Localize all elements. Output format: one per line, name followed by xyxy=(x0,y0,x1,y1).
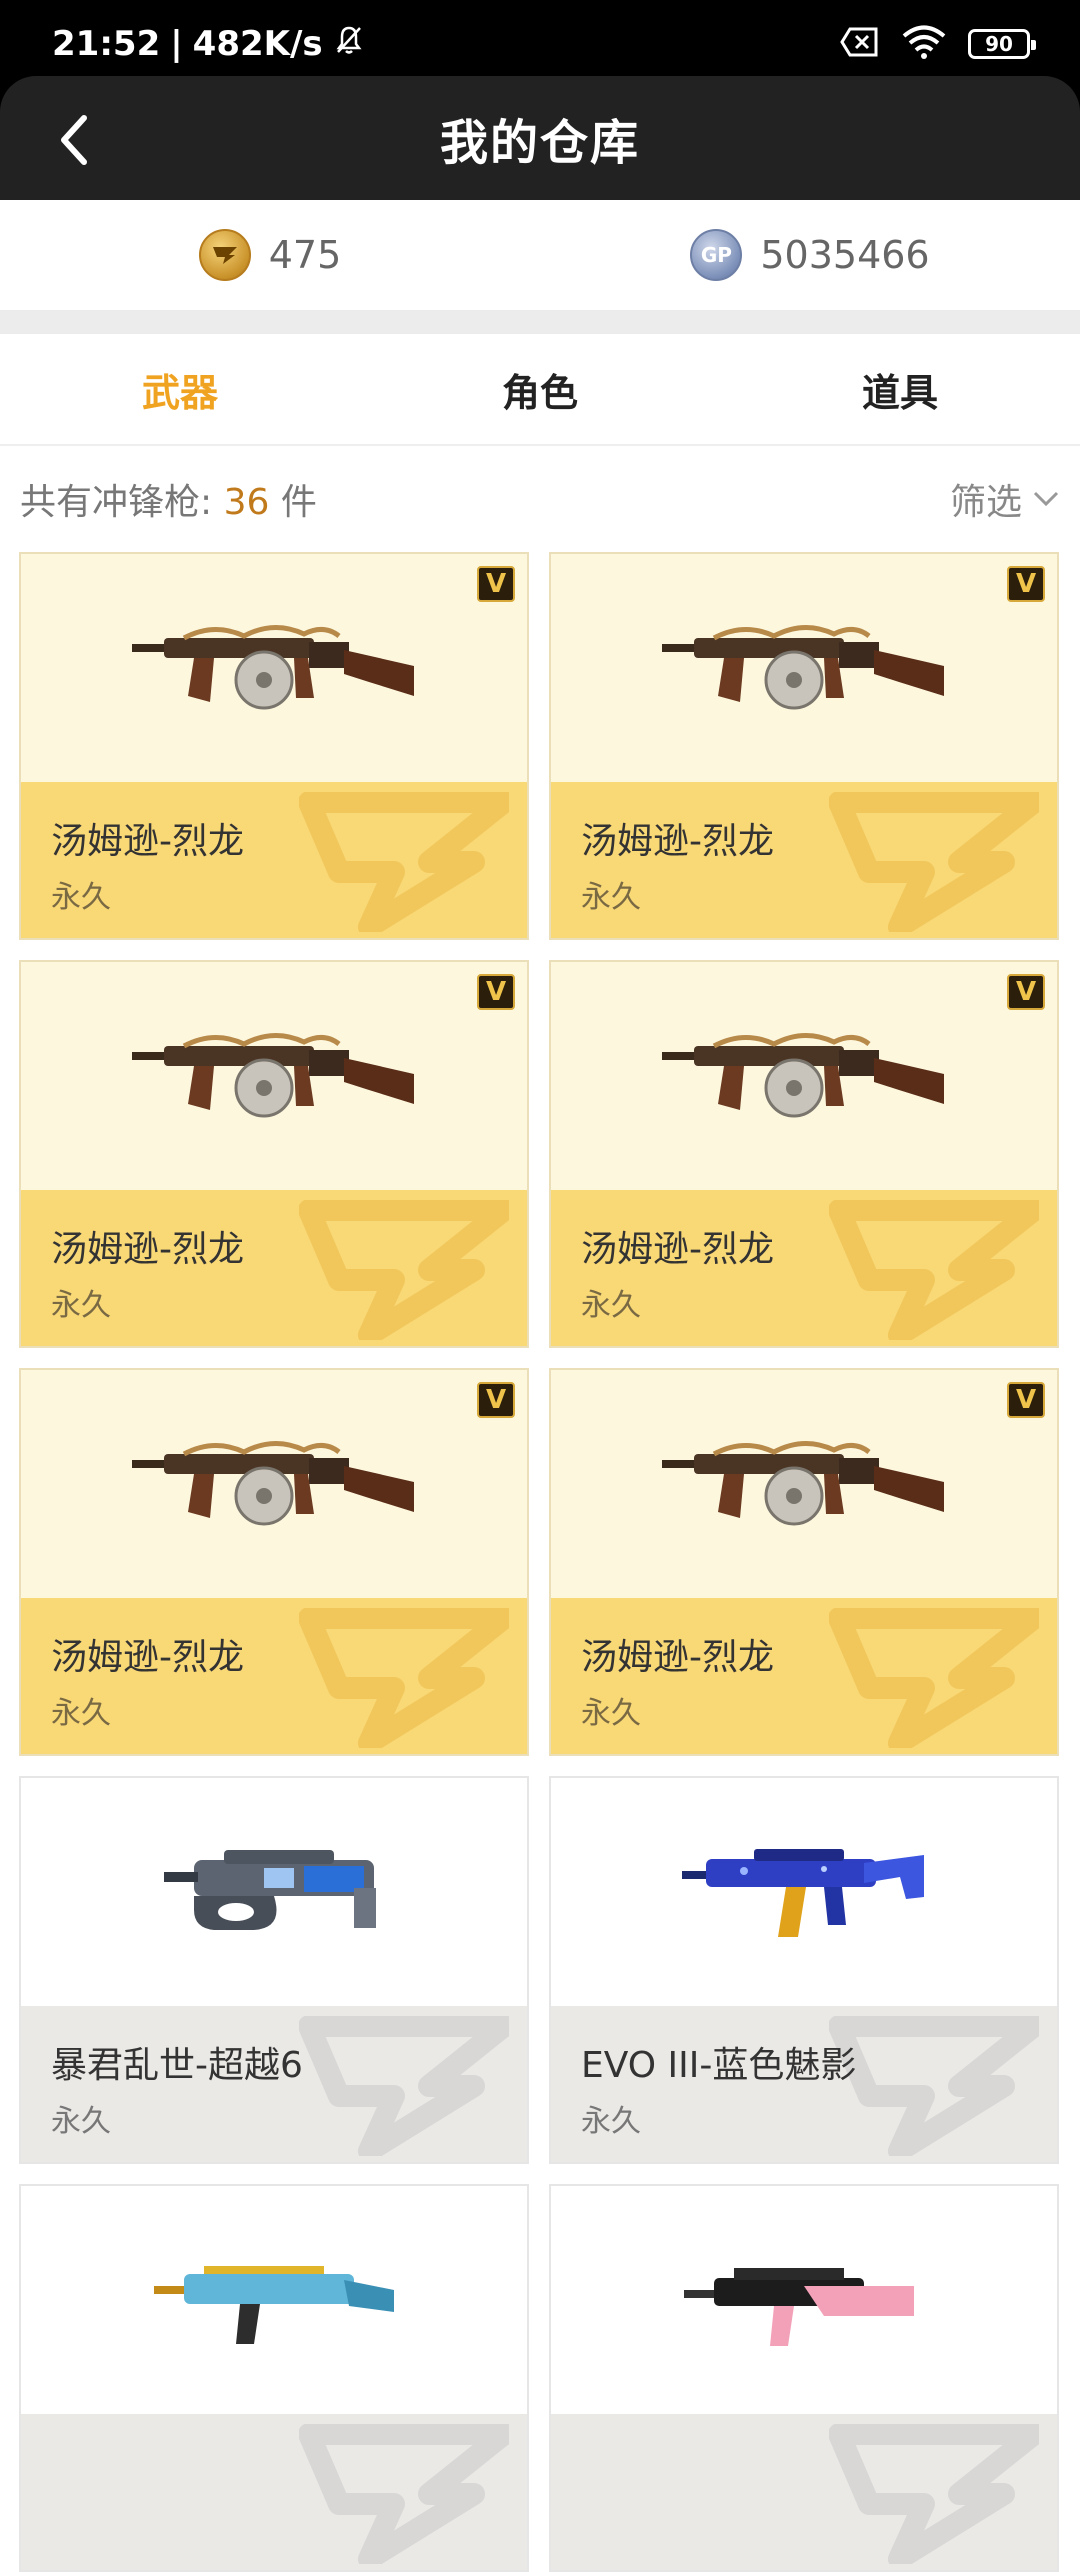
weapon-name: 汤姆逊-烈龙 xyxy=(581,821,774,862)
weapon-image xyxy=(21,962,527,1192)
status-bar: 21:52 | 482K/s 90 xyxy=(0,0,1080,88)
divider xyxy=(0,310,1080,334)
gp-points-value: 5035466 xyxy=(760,233,930,277)
weapon-card[interactable]: V 汤姆逊-烈龙永久 xyxy=(19,552,529,940)
tab-weapons[interactable]: 武器 xyxy=(0,334,360,444)
filter-button[interactable]: 筛选 xyxy=(950,473,1060,525)
weapon-info: 暴君乱世-超越6 永久 xyxy=(21,2006,527,2162)
item-count: 36 xyxy=(223,482,270,523)
weapon-card[interactable]: 暴君乱世-超越6 永久 xyxy=(19,1776,529,2164)
summary-row: 共有冲锋枪: 36 件 筛选 xyxy=(0,446,1080,552)
battery-icon: 90 xyxy=(968,29,1036,59)
weapon-grid: V 汤姆逊-烈龙 永久 V 汤姆逊-烈龙 永久 V 汤姆逊-烈龙 永久 V 汤姆逊-烈… xyxy=(0,552,1080,2572)
item-count-summary: 共有冲锋枪: 36 件 xyxy=(20,482,317,523)
weapon-duration: 永久 xyxy=(581,1696,641,1731)
weapon-duration: 永久 xyxy=(581,2104,641,2139)
weapon-duration: 永久 xyxy=(51,2104,111,2139)
currency-row: 475 GP 5035466 xyxy=(0,200,1080,310)
weapon-image xyxy=(551,554,1057,784)
weapon-info xyxy=(21,2414,527,2570)
weapon-card[interactable] xyxy=(549,2184,1059,2572)
weapon-duration: 永久 xyxy=(51,1288,111,1323)
vip-badge-icon: V xyxy=(1007,566,1045,602)
wifi-icon xyxy=(902,25,946,63)
weapon-info: 汤姆逊-烈龙永久 xyxy=(21,1190,527,1346)
network-speed: 482K/s xyxy=(192,24,323,64)
weapon-image xyxy=(21,554,527,784)
weapon-image xyxy=(21,2186,527,2416)
vip-badge-icon: V xyxy=(477,974,515,1010)
weapon-name: 汤姆逊-烈龙 xyxy=(51,821,244,862)
weapon-image xyxy=(551,2186,1057,2416)
weapon-info: 汤姆逊-烈龙永久 xyxy=(21,1598,527,1754)
gp-coin-icon: GP xyxy=(690,229,743,281)
chevron-down-icon xyxy=(1033,491,1059,507)
weapon-name: 暴君乱世-超越6 xyxy=(51,2045,303,2086)
weapon-duration: 永久 xyxy=(581,1288,641,1323)
weapon-name: 汤姆逊-烈龙 xyxy=(51,1637,244,1678)
cf-points-value: 475 xyxy=(268,233,342,277)
cf-coin-icon xyxy=(198,229,251,281)
tab-characters[interactable]: 角色 xyxy=(360,334,720,444)
cf-watermark-icon xyxy=(299,2424,509,2564)
vip-badge-icon: V xyxy=(477,566,515,602)
chevron-left-icon xyxy=(61,115,87,165)
weapon-card[interactable] xyxy=(19,2184,529,2572)
weapon-image xyxy=(21,1370,527,1600)
category-tabs: 武器 角色 道具 xyxy=(0,334,1080,446)
cf-points: 475 xyxy=(0,200,540,310)
weapon-info: 汤姆逊-烈龙永久 xyxy=(551,782,1057,938)
weapon-info xyxy=(551,2414,1057,2570)
vip-badge-icon: V xyxy=(1007,1382,1045,1418)
back-button[interactable] xyxy=(34,100,114,180)
weapon-image xyxy=(551,962,1057,1192)
weapon-info: 汤姆逊-烈龙永久 xyxy=(551,1598,1057,1754)
tab-items[interactable]: 道具 xyxy=(720,334,1080,444)
vip-badge-icon: V xyxy=(1007,974,1045,1010)
weapon-card[interactable]: V 汤姆逊-烈龙永久 xyxy=(549,1368,1059,1756)
weapon-info: EVO III-蓝色魅影永久 xyxy=(551,2006,1057,2162)
weapon-name: 汤姆逊-烈龙 xyxy=(581,1229,774,1270)
vip-badge-icon: V xyxy=(477,1382,515,1418)
weapon-duration: 永久 xyxy=(51,880,111,915)
weapon-card[interactable]: V 汤姆逊-烈龙永久 xyxy=(549,552,1059,940)
filter-label: 筛选 xyxy=(949,482,1022,523)
weapon-image xyxy=(551,1370,1057,1600)
weapon-info: 汤姆逊-烈龙永久 xyxy=(21,782,527,938)
weapon-card[interactable]: V 汤姆逊-烈龙永久 xyxy=(549,960,1059,1348)
weapon-duration: 永久 xyxy=(581,880,641,915)
sim-off-icon xyxy=(840,27,880,61)
gp-points: GP 5035466 xyxy=(540,200,1080,310)
weapon-image xyxy=(21,1778,527,2008)
bell-muted-icon xyxy=(333,24,365,65)
weapon-image xyxy=(551,1778,1057,2008)
top-bar: 21:52 | 482K/s 90 我的仓库 xyxy=(0,0,1080,200)
weapon-card[interactable]: V 汤姆逊-烈龙永久 xyxy=(19,960,529,1348)
page-title: 我的仓库 xyxy=(439,115,640,171)
page-header: 我的仓库 xyxy=(0,76,1080,200)
weapon-card[interactable]: V 汤姆逊-烈龙永久 xyxy=(19,1368,529,1756)
weapon-duration: 永久 xyxy=(51,1696,111,1731)
weapon-name: 汤姆逊-烈龙 xyxy=(51,1229,244,1270)
weapon-info: 汤姆逊-烈龙永久 xyxy=(551,1190,1057,1346)
weapon-card[interactable]: EVO III-蓝色魅影永久 xyxy=(549,1776,1059,2164)
status-time: 21:52 xyxy=(52,24,161,64)
cf-watermark-icon xyxy=(829,2424,1039,2564)
weapon-name: 汤姆逊-烈龙 xyxy=(581,1637,774,1678)
weapon-name: EVO III-蓝色魅影 xyxy=(581,2045,857,2086)
